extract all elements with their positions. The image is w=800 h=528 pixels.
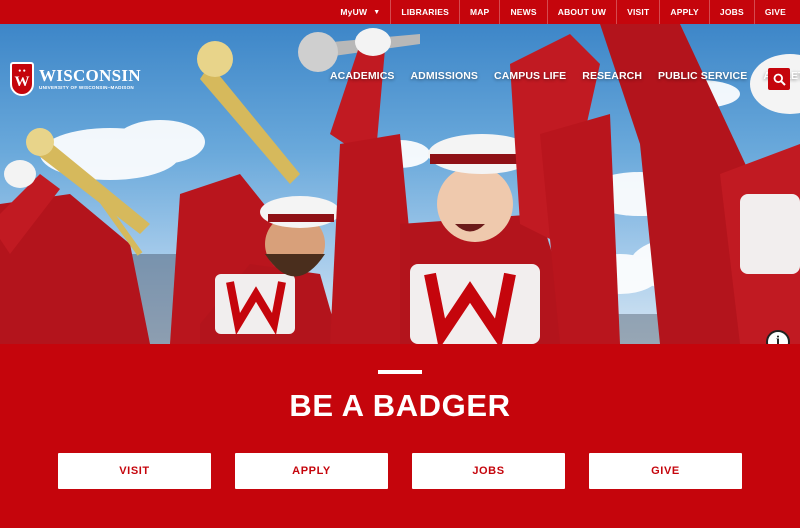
nav-item-admissions[interactable]: ADMISSIONS xyxy=(403,70,487,82)
give-button[interactable]: GIVE xyxy=(589,453,742,489)
utility-link-libraries[interactable]: LIBRARIES xyxy=(390,0,459,24)
cta-headline: BE A BADGER xyxy=(289,388,511,423)
utility-nav: MyUW ▼ LIBRARIES MAP NEWS ABOUT UW VISIT… xyxy=(0,0,800,24)
trumpet xyxy=(197,41,300,184)
nav-item-public-service[interactable]: PUBLIC SERVICE xyxy=(650,70,755,82)
hero-image: ● ● W WISCONSIN UNIVERSITY OF WISCONSIN–… xyxy=(0,24,800,344)
utility-link-about[interactable]: ABOUT UW xyxy=(546,0,616,24)
utility-link-visit[interactable]: VISIT xyxy=(616,0,659,24)
apply-button[interactable]: APPLY xyxy=(235,453,388,489)
chevron-down-icon: ▼ xyxy=(373,8,381,16)
utility-link-map[interactable]: MAP xyxy=(458,0,500,24)
utility-link-give[interactable]: GIVE xyxy=(753,0,796,24)
nav-item-research[interactable]: RESEARCH xyxy=(574,70,650,82)
search-button[interactable] xyxy=(768,68,790,90)
utility-link-news[interactable]: NEWS xyxy=(499,0,546,24)
utility-link-myuw[interactable]: MyUW ▼ xyxy=(330,0,390,24)
main-nav: ACADEMICS ADMISSIONS CAMPUS LIFE RESEARC… xyxy=(330,70,800,82)
nav-item-academics[interactable]: ACADEMICS xyxy=(330,70,403,82)
headline-divider xyxy=(378,370,422,374)
cta-buttons: VISIT APPLY JOBS GIVE xyxy=(58,453,742,489)
utility-link-apply[interactable]: APPLY xyxy=(659,0,709,24)
uw-crest-icon: ● ● W xyxy=(10,62,34,96)
search-icon xyxy=(773,73,786,86)
site-logo[interactable]: ● ● W WISCONSIN UNIVERSITY OF WISCONSIN–… xyxy=(10,62,141,96)
nav-item-campus-life[interactable]: CAMPUS LIFE xyxy=(486,70,574,82)
utility-link-label: MyUW xyxy=(340,7,368,17)
visit-button[interactable]: VISIT xyxy=(58,453,211,489)
logo-subtitle: UNIVERSITY OF WISCONSIN–MADISON xyxy=(39,85,134,90)
logo-name: WISCONSIN xyxy=(39,66,141,85)
jobs-button[interactable]: JOBS xyxy=(412,453,565,489)
utility-link-jobs[interactable]: JOBS xyxy=(708,0,754,24)
cta-section: BE A BADGER VISIT APPLY JOBS GIVE xyxy=(0,344,800,528)
